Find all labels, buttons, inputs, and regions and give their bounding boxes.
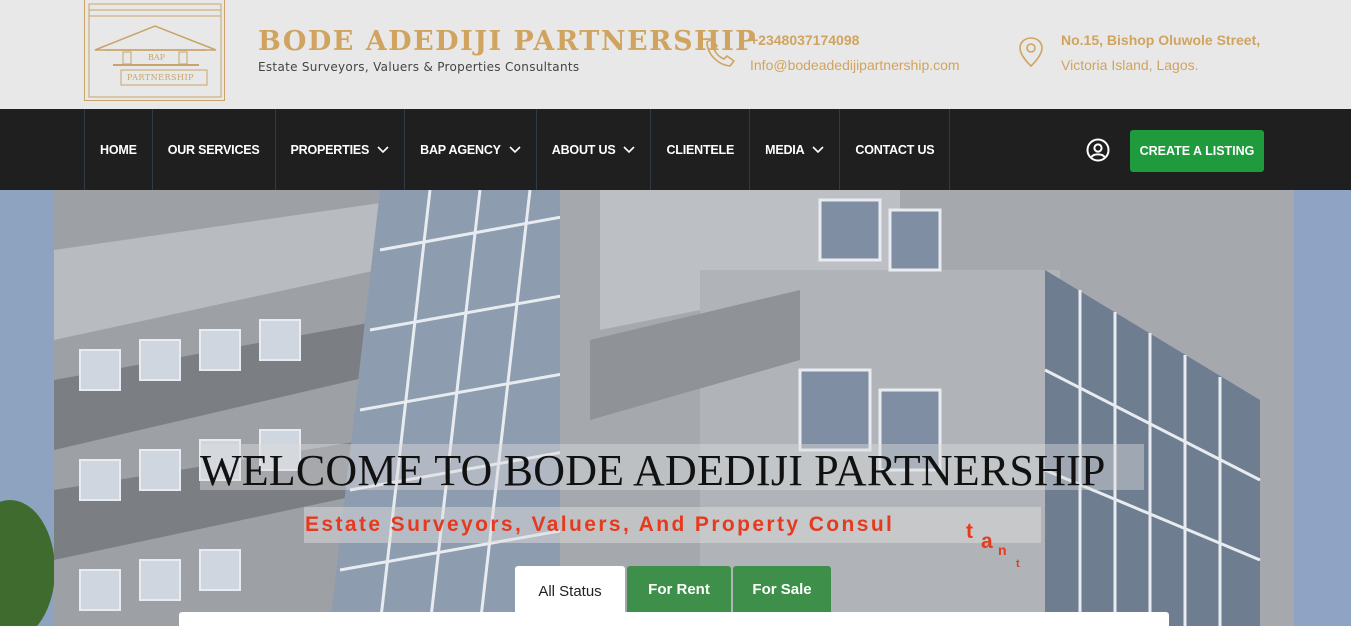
- logo[interactable]: BAP PARTNERSHIP: [84, 0, 225, 101]
- nav-item-clientele[interactable]: CLIENTELE: [651, 109, 751, 190]
- email-address[interactable]: Info@bodeadedijipartnership.com: [750, 55, 960, 75]
- nav-item-about-us[interactable]: ABOUT US: [537, 109, 652, 190]
- user-circle-icon[interactable]: [1086, 138, 1110, 162]
- hero-subtitle-letter: t: [1016, 558, 1020, 570]
- nav-item-label: BAP AGENCY: [420, 142, 501, 157]
- address-line-1: No.15, Bishop Oluwole Street,: [1061, 32, 1261, 48]
- nav-item-bap-agency[interactable]: BAP AGENCY: [405, 109, 537, 190]
- create-listing-button[interactable]: CREATE A LISTING: [1130, 130, 1264, 172]
- hero-subtitle: Estate Surveyors, Valuers, And Property …: [305, 513, 895, 536]
- hero-subtitle-letter: n: [998, 542, 1007, 558]
- nav-item-our-services[interactable]: OUR SERVICES: [153, 109, 276, 190]
- phone-icon: [706, 38, 735, 67]
- tab-for-sale[interactable]: For Sale: [733, 566, 831, 612]
- logo-text-top: BAP: [148, 53, 166, 62]
- hero-building-image: [0, 190, 1351, 626]
- nav-item-label: HOME: [100, 142, 137, 157]
- nav-item-label: ABOUT US: [551, 142, 616, 157]
- hero-subtitle-letter: a: [981, 530, 993, 553]
- chevron-down-icon: [377, 145, 389, 153]
- nav-item-contact-us[interactable]: CONTACT US: [840, 109, 951, 190]
- nav-item-label: OUR SERVICES: [167, 142, 260, 157]
- map-pin-icon: [1019, 37, 1043, 68]
- phone-number[interactable]: +2348037174098: [750, 30, 960, 50]
- nav-item-media[interactable]: MEDIA: [750, 109, 841, 190]
- nav-item-label: CLIENTELE: [666, 142, 735, 157]
- property-search-panel: [179, 612, 1169, 626]
- logo-mark-icon: [88, 3, 222, 98]
- chevron-down-icon: [509, 145, 521, 153]
- hero-title: WELCOME TO BODE ADEDIJI PARTNERSHIP: [200, 444, 1144, 495]
- brand-name: BODE ADEDIJI PARTNERSHIP: [258, 26, 758, 57]
- tab-all-status[interactable]: All Status: [515, 566, 625, 616]
- nav-list: HOME OUR SERVICES PROPERTIES BAP AGENCY …: [84, 109, 951, 190]
- nav-item-label: CONTACT US: [855, 142, 935, 157]
- address-line-2: Victoria Island, Lagos.: [1061, 57, 1199, 73]
- brand-tagline: Estate Surveyors, Valuers & Properties C…: [258, 60, 580, 74]
- nav-item-label: PROPERTIES: [290, 142, 370, 157]
- hero-subtitle-letter: t: [966, 520, 973, 543]
- brand[interactable]: BODE ADEDIJI PARTNERSHIP Estate Surveyor…: [258, 26, 757, 74]
- top-header: BAP PARTNERSHIP BODE ADEDIJI PARTNERSHIP…: [0, 0, 1351, 109]
- chevron-down-icon: [623, 145, 636, 153]
- contact-phone-block: +2348037174098 Info@bodeadedijipartnersh…: [704, 30, 960, 75]
- tab-for-rent[interactable]: For Rent: [627, 566, 731, 612]
- logo-text-bottom: PARTNERSHIP: [127, 73, 195, 82]
- chevron-down-icon: [812, 145, 824, 153]
- nav-item-home[interactable]: HOME: [85, 109, 153, 190]
- contact-address-block: No.15, Bishop Oluwole Street, Victoria I…: [1015, 30, 1260, 75]
- nav-item-label: MEDIA: [765, 142, 805, 157]
- hero-banner: [0, 190, 1351, 626]
- nav-item-properties[interactable]: PROPERTIES: [276, 109, 406, 190]
